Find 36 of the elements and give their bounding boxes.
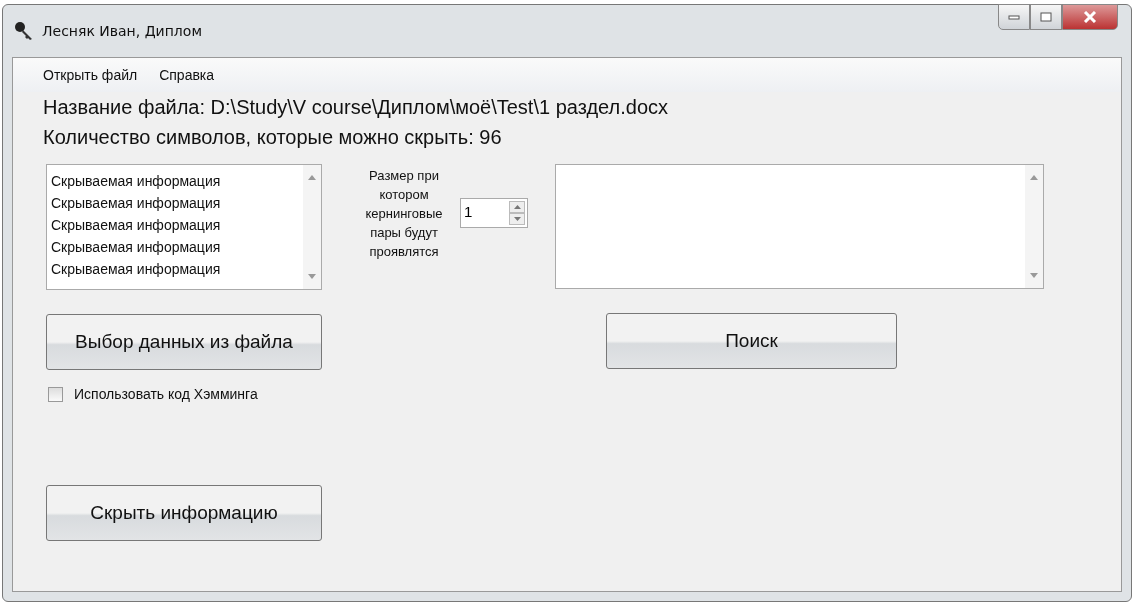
kerning-size-label: Размер при котором кернинговые пары будут проявлятся (364, 167, 444, 261)
scroll-up-icon (1030, 175, 1038, 180)
list-item[interactable]: Скрываемая информация (51, 258, 303, 280)
menu-item[interactable]: Справка (159, 67, 215, 83)
window-title: Лесняк Иван, Диплом (42, 23, 202, 39)
up-arrow-icon (513, 205, 521, 209)
maximize-icon (1040, 12, 1052, 22)
file-name-label: Название файла: D:\Study\V course\Диплом\моё\Test\1 раздел.docx (42, 95, 670, 120)
scroll-down-icon (308, 274, 316, 279)
text-area[interactable] (555, 164, 1044, 289)
list-item[interactable]: Скрываемая информация (51, 170, 303, 192)
spin-down-button[interactable] (509, 213, 525, 225)
checkbox-label: Использовать код Хэмминга (74, 386, 258, 402)
spin-up-button[interactable] (509, 201, 525, 213)
key-icon (14, 21, 34, 41)
scroll-bar[interactable] (1025, 165, 1043, 288)
minimize-button[interactable] (998, 4, 1030, 30)
menu-item[interactable]: Открыть файл (43, 67, 138, 83)
close-icon (1083, 11, 1097, 23)
list-item[interactable]: Скрываемая информация (51, 214, 303, 236)
checkbox[interactable] (48, 386, 63, 402)
down-arrow-icon (513, 217, 521, 221)
maximize-button[interactable] (1030, 4, 1062, 30)
minimize-icon (1008, 14, 1020, 20)
list-item[interactable]: Скрываемая информация (51, 192, 303, 214)
close-button[interactable] (1062, 4, 1118, 30)
hide-info-button[interactable]: Скрыть информацию (46, 485, 322, 541)
select-data-button[interactable]: Выбор данных из файла (46, 314, 322, 370)
scroll-bar[interactable] (303, 165, 321, 289)
list-box[interactable]: Скрываемая информация Скрываемая информация Скрываемая информация Скрываемая информация Скрываемая информация (46, 164, 322, 290)
search-button[interactable]: Поиск (606, 313, 897, 369)
spin-box[interactable]: 1 (460, 198, 528, 228)
scroll-up-icon (308, 175, 316, 180)
list-item[interactable]: Скрываемая информация (51, 236, 303, 258)
scroll-down-icon (1030, 273, 1038, 278)
symbol-count-label: Количество символов, которые можно скрыть: 96 (42, 125, 503, 150)
